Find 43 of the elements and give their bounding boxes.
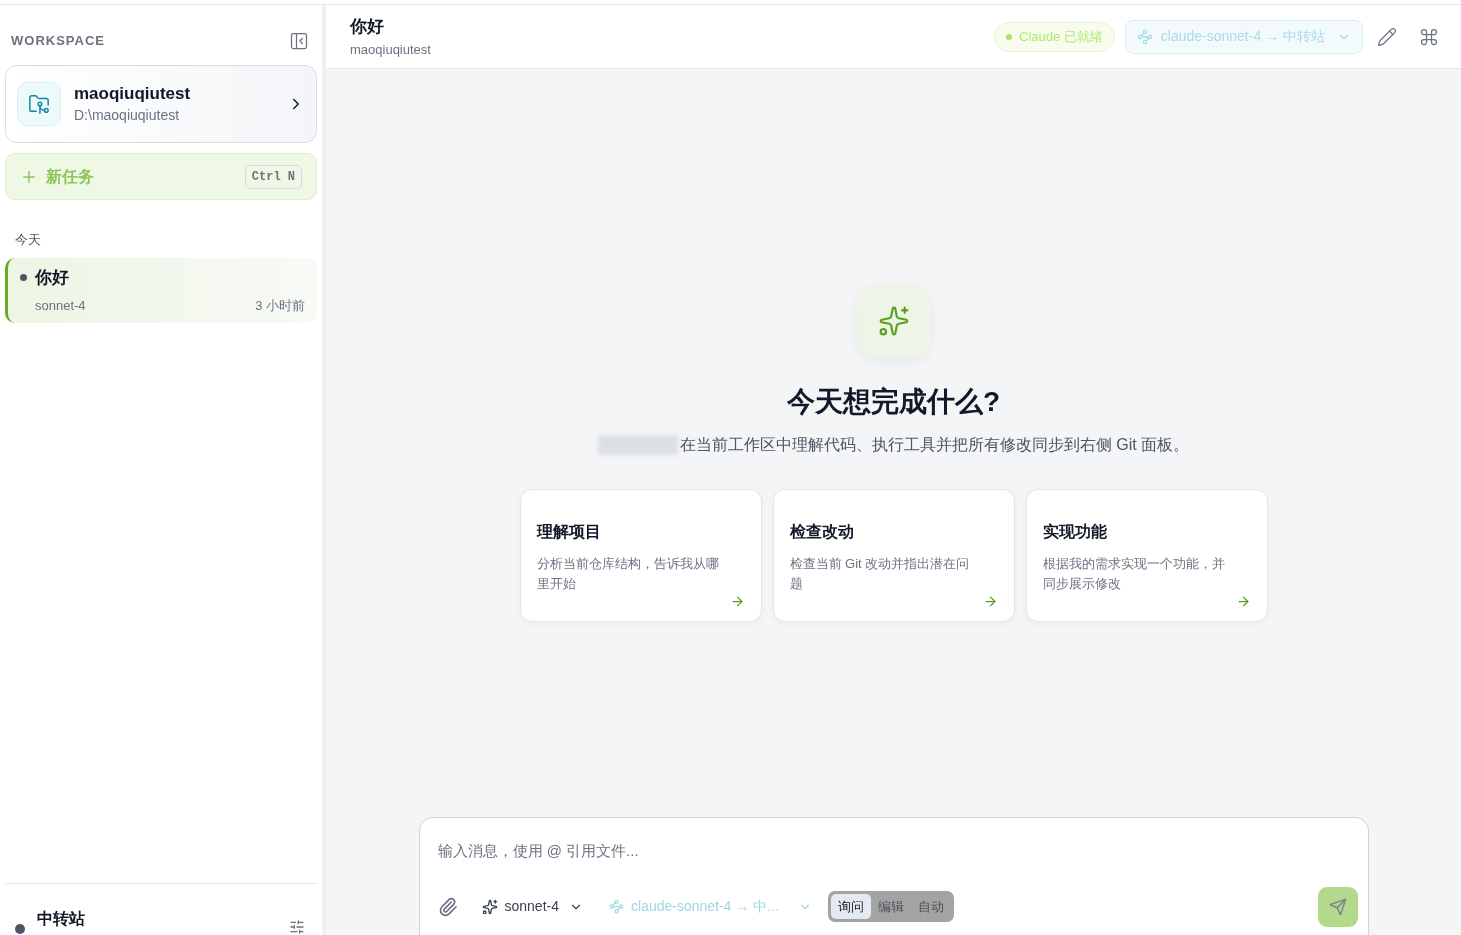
route-icon (1136, 28, 1153, 45)
mode-tab[interactable]: 询问 (830, 893, 871, 920)
suggestion-card[interactable]: 实现功能 根据我的需求实现一个功能，并同步展示修改 (1025, 489, 1268, 622)
send-button[interactable] (1317, 886, 1358, 927)
attach-icon[interactable] (437, 896, 458, 917)
arrow-right-icon (1235, 594, 1251, 609)
suggestion-card[interactable]: 检查改动 检查当前 Git 改动并指出潜在问题 (772, 489, 1015, 622)
model-selector[interactable]: sonnet-4 (481, 896, 583, 917)
session-time: 3 小时前 (255, 296, 305, 315)
card-title: 检查改动 (789, 522, 855, 542)
hero-title: 今天想完成什么? (786, 385, 1001, 419)
sidebar-heading: WORKSPACE (11, 32, 105, 51)
session-model: sonnet-4 (35, 296, 86, 315)
card-text: 检查当前 Git 改动并指出潜在问题 (789, 555, 971, 593)
message-input[interactable]: 输入消息，使用 @ 引用文件... (437, 840, 1350, 863)
collapse-sidebar-icon[interactable] (289, 31, 309, 51)
workspace-path: D:\maoqiuqiutest (74, 105, 181, 125)
arrow-right-icon (729, 594, 745, 609)
workspace-card[interactable]: maoqiuqiutest D:\maoqiuqiutest (5, 65, 317, 143)
settings-icon[interactable] (289, 919, 305, 935)
route-icon (609, 899, 624, 914)
card-title: 理解项目 (536, 522, 602, 542)
workspace-name: maoqiuqiutest (74, 82, 192, 105)
card-title: 实现功能 (1042, 522, 1108, 542)
hero-subtitle: 在当前工作区中理解代码、执行工具并把所有修改同步到右侧 Git 面板。 (679, 435, 1190, 455)
chat-subtitle: maoqiuqiutest (350, 40, 431, 59)
arrow-right-icon (982, 594, 998, 609)
session-title: 你好 (35, 267, 69, 289)
edit-icon[interactable] (1377, 26, 1397, 47)
sparkles-icon (857, 285, 930, 357)
session-item[interactable]: 你好 sonnet-4 3 小时前 (5, 257, 317, 323)
provider-name: 中转站 (37, 909, 85, 929)
sparkles-icon (481, 898, 498, 915)
chat-title: 你好 (350, 16, 385, 38)
shortcut-key: Ctrl N (244, 164, 302, 189)
card-text: 分析当前仓库结构，告诉我从哪里开始 (536, 555, 720, 593)
suggestion-card[interactable]: 理解项目 分析当前仓库结构，告诉我从哪里开始 (519, 489, 762, 622)
card-text: 根据我的需求实现一个功能，并同步展示修改 (1042, 555, 1226, 593)
folder-icon (17, 82, 61, 126)
command-icon[interactable] (1419, 26, 1439, 47)
group-label: 今天 (14, 231, 42, 249)
status-badge: Claude 已就绪 (994, 21, 1115, 52)
send-icon (1328, 897, 1347, 916)
